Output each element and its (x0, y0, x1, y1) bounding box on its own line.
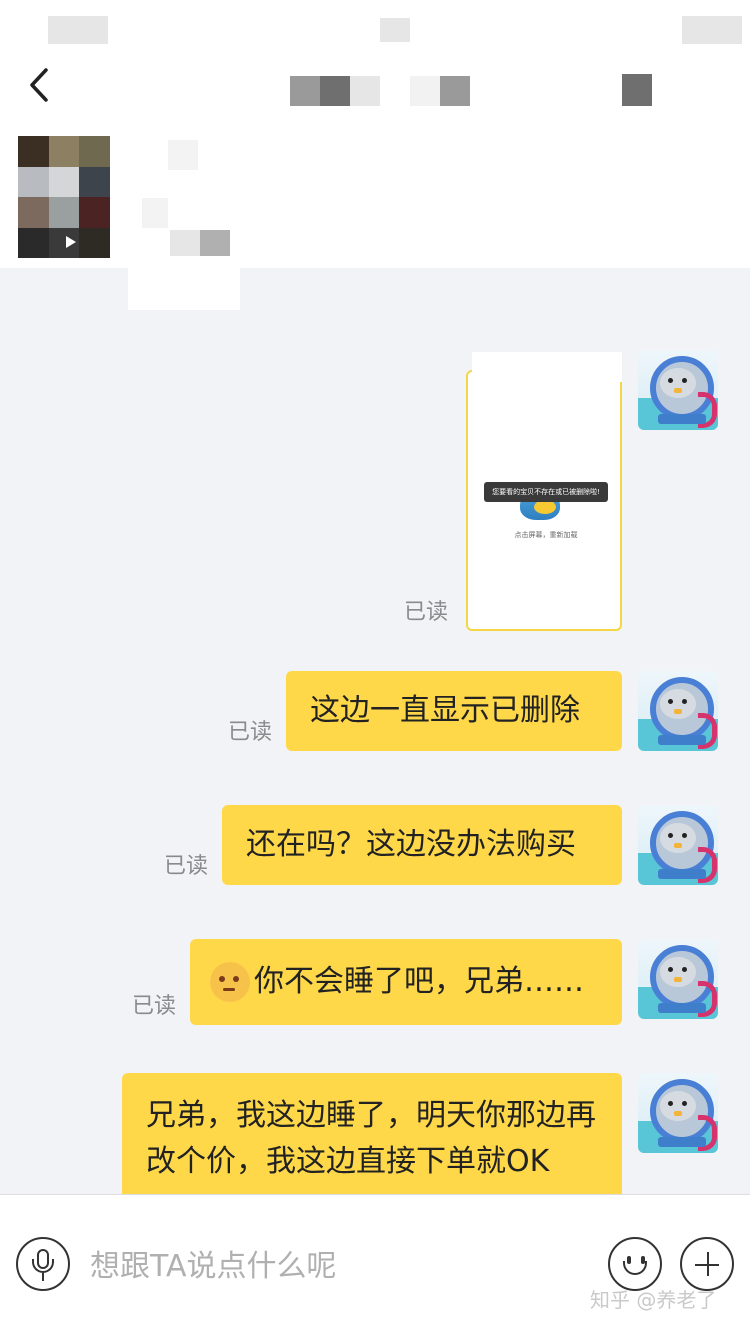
message-text: 兄弟，我这边睡了，明天你那边再改个价，我这边直接下单就OK (146, 1098, 596, 1179)
reload-hint[interactable]: 点击屏幕，重新加载 (484, 530, 608, 540)
message-input[interactable] (88, 1243, 512, 1289)
avatar[interactable] (638, 939, 718, 1019)
emoji-button[interactable] (608, 1237, 662, 1291)
message-text: 还在吗？这边没办法购买 (246, 827, 576, 862)
blurred-status (380, 18, 410, 42)
chat-header (0, 0, 750, 288)
blurred-header-action[interactable] (606, 58, 666, 108)
avatar[interactable] (638, 805, 718, 885)
blurred-contact-name (290, 76, 472, 106)
message-bubble[interactable]: 你不会睡了吧，兄弟…… (190, 939, 622, 1025)
product-thumbnail[interactable] (18, 136, 110, 258)
avatar[interactable] (638, 671, 718, 751)
blurred-header-fragment (128, 256, 240, 310)
read-status: 已读 (228, 720, 273, 745)
error-toast: 您要看的宝贝不存在或已被删除啦! (484, 482, 608, 502)
message-bubble[interactable]: 还在吗？这边没办法购买 (222, 805, 622, 885)
voice-button[interactable] (16, 1237, 70, 1291)
read-status: 已读 (164, 854, 209, 879)
read-status: 已读 (404, 600, 449, 625)
status-bar (0, 0, 750, 44)
image-message[interactable]: 您要看的宝贝不存在或已被删除啦! 点击屏幕，重新加载 (466, 352, 622, 631)
more-button[interactable] (680, 1237, 734, 1291)
back-button[interactable] (22, 62, 62, 108)
read-status: 已读 (132, 994, 177, 1019)
sweat-face-emoji-icon (210, 962, 250, 1002)
watermark: 知乎 @养老了 (590, 1288, 717, 1312)
message-bubble[interactable]: 兄弟，我这边睡了，明天你那边再改个价，我这边直接下单就OK (122, 1073, 622, 1194)
avatar[interactable] (638, 1073, 718, 1153)
message-text: 这边一直显示已删除 (310, 693, 580, 728)
message-bubble[interactable]: 这边一直显示已删除 (286, 671, 622, 751)
blurred-time (48, 16, 108, 44)
blurred-battery (682, 16, 742, 44)
play-icon (66, 236, 76, 248)
message-text: 你不会睡了吧，兄弟…… (254, 964, 584, 999)
input-bar (0, 1194, 750, 1335)
avatar[interactable] (638, 350, 718, 430)
blurred-product-image (18, 136, 110, 258)
chevron-left-icon (30, 68, 48, 102)
